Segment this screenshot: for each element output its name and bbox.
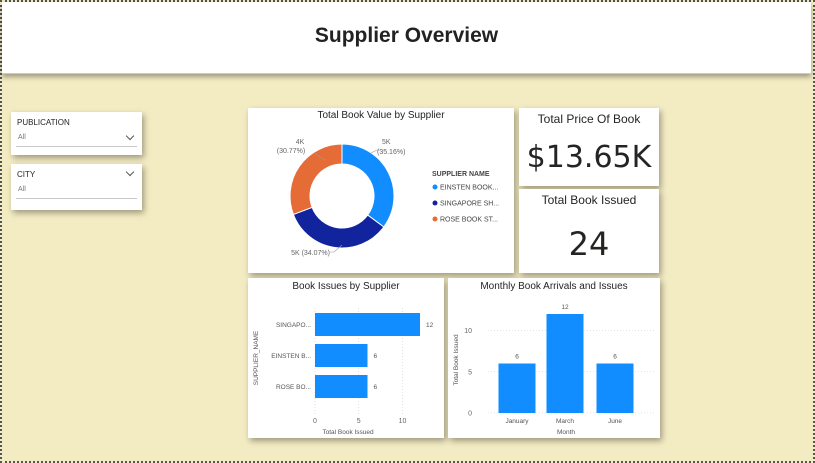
vbar-category-label: June bbox=[608, 418, 622, 425]
supplier-issues-card: Book Issues by Supplier 0 5 10 SINGAPO... 1… bbox=[248, 278, 444, 438]
legend-item-einsten[interactable]: EINSTEN BOOK... bbox=[440, 185, 498, 192]
donut-chart: 4K (30.77%) 5K (35.16%) 5K (34.07%) SUPP… bbox=[277, 139, 499, 257]
donut-slice-einsten[interactable] bbox=[341, 143, 395, 228]
vbar-category-label: March bbox=[556, 418, 574, 425]
hbar-data-label: 6 bbox=[374, 384, 378, 391]
hbar-data-label: 6 bbox=[374, 353, 378, 360]
hbar-x-tick: 10 bbox=[399, 418, 407, 425]
legend-item-rose[interactable]: ROSE BOOK ST... bbox=[440, 217, 498, 224]
vbar-y-tick: 0 bbox=[468, 411, 472, 418]
city-dropdown-value: All bbox=[18, 186, 26, 193]
publication-slicer: PUBLICATION All bbox=[11, 112, 142, 155]
city-dropdown[interactable]: All bbox=[16, 182, 137, 199]
vbar-data-label: 6 bbox=[613, 354, 617, 361]
hbar-bar[interactable] bbox=[315, 344, 368, 367]
legend-title: SUPPLIER NAME bbox=[432, 171, 490, 178]
city-slicer: CITY All bbox=[11, 164, 142, 210]
report-canvas: Supplier Overview PUBLICATION All CITY A… bbox=[0, 0, 815, 463]
publication-slicer-title: PUBLICATION bbox=[17, 118, 70, 127]
hbar-y-axis-label: SUPPLIER_NAME bbox=[253, 330, 260, 385]
hbar-category-label: SINGAPO... bbox=[276, 322, 311, 329]
vbar-y-axis-label: Total Book Issued bbox=[453, 334, 460, 386]
slice-pct-singapore: 5K (34.07%) bbox=[291, 250, 330, 257]
total-issued-card: Total Book Issued 24 bbox=[519, 189, 659, 273]
vbar-bar[interactable] bbox=[546, 314, 584, 413]
slice-label-einsten: 5K bbox=[382, 139, 391, 146]
slice-label-rose: 4K bbox=[296, 139, 305, 146]
hbar-x-axis-label: Total Book Issued bbox=[322, 429, 374, 436]
chevron-down-icon[interactable] bbox=[125, 131, 135, 141]
vbar-bar[interactable] bbox=[596, 363, 634, 414]
legend-marker-singapore bbox=[432, 200, 438, 206]
hbar-bar[interactable] bbox=[315, 313, 420, 336]
vbar-category-label: January bbox=[505, 418, 529, 425]
total-price-card: Total Price Of Book $13.65K bbox=[519, 108, 659, 186]
total-price-value: $13.65K bbox=[526, 140, 652, 175]
hbar-data-label: 12 bbox=[426, 322, 434, 329]
total-price-title: Total Price Of Book bbox=[537, 112, 641, 126]
publication-dropdown-value: All bbox=[18, 134, 26, 141]
total-issued-value: 24 bbox=[568, 225, 610, 263]
city-slicer-title: CITY bbox=[17, 170, 36, 179]
vbar-data-label: 6 bbox=[515, 354, 519, 361]
header-banner: Supplier Overview bbox=[2, 2, 811, 74]
vbar-y-tick: 10 bbox=[464, 328, 472, 335]
hbar-x-tick: 0 bbox=[313, 418, 317, 425]
legend-item-singapore[interactable]: SINGAPORE SH... bbox=[440, 201, 499, 208]
vbar-data-label: 12 bbox=[561, 304, 569, 311]
page-title: Supplier Overview bbox=[314, 24, 499, 47]
donut-chart-card: Total Book Value by Supplier 4K (30.77%)… bbox=[248, 108, 514, 273]
monthly-arrivals-chart: 0 5 10 6 January 12 March 6 June Total Book Iss… bbox=[453, 304, 656, 436]
publication-dropdown[interactable]: All bbox=[16, 130, 137, 147]
supplier-issues-chart: 0 5 10 SINGAPO... 12 EINSTEN B... 6 ROSE BO...… bbox=[253, 308, 434, 436]
vbar-x-axis-label: Month bbox=[557, 429, 575, 436]
monthly-arrivals-card: Monthly Book Arrivals and Issues 0 5 10 6J… bbox=[448, 278, 660, 438]
hbar-category-label: ROSE BO... bbox=[276, 384, 311, 391]
hbar-category-label: EINSTEN B... bbox=[271, 353, 311, 360]
slice-pct-rose: (30.77%) bbox=[277, 148, 305, 155]
vbar-y-tick: 5 bbox=[468, 369, 472, 376]
legend-marker-einsten bbox=[432, 184, 438, 190]
hbar-bar[interactable] bbox=[315, 375, 368, 398]
chevron-down-icon[interactable] bbox=[125, 167, 135, 177]
slice-pct-einsten: (35.16%) bbox=[377, 149, 405, 156]
legend-marker-rose bbox=[432, 216, 438, 222]
hbar-x-tick: 5 bbox=[357, 418, 361, 425]
vbar-bar[interactable] bbox=[498, 363, 536, 414]
total-issued-title: Total Book Issued bbox=[541, 193, 637, 207]
